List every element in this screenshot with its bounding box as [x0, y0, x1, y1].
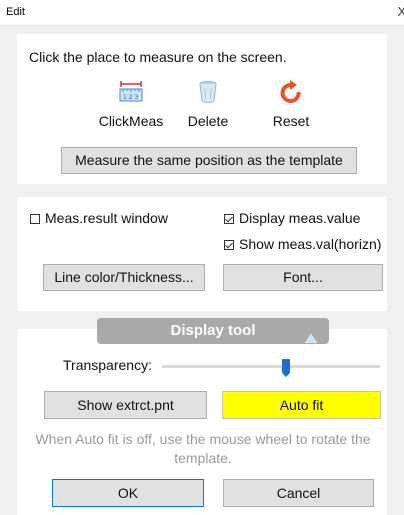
font-button[interactable]: Font...	[223, 264, 383, 291]
show-extract-point-button[interactable]: Show extrct.pnt	[44, 391, 207, 419]
title-bar: Edit X	[0, 0, 404, 26]
display-tool-panel: Transparency: Show extrct.pnt Auto fit W…	[17, 329, 387, 515]
transparency-label: Transparency:	[63, 357, 152, 373]
display-meas-value-label: Display meas.value	[239, 210, 361, 226]
window-title: Edit	[6, 6, 25, 18]
meas-result-window-checkbox[interactable]: Meas.result window	[30, 210, 168, 226]
line-color-button[interactable]: Line color/Thickness...	[43, 264, 205, 291]
measure-instruction: Click the place to measure on the screen…	[29, 49, 287, 65]
ruler-icon: 1 2 3	[118, 80, 144, 107]
delete-tool[interactable]: Delete	[168, 80, 248, 130]
meas-result-window-label: Meas.result window	[45, 210, 168, 226]
reset-arrow-icon	[280, 80, 302, 109]
ok-button[interactable]: OK	[52, 479, 204, 507]
delete-label: Delete	[187, 113, 229, 129]
svg-text:1 2 3: 1 2 3	[123, 94, 138, 101]
measure-panel: Click the place to measure on the screen…	[17, 34, 387, 184]
close-icon[interactable]: X	[397, 4, 404, 19]
transparency-slider-thumb[interactable]	[282, 359, 290, 377]
clickmeas-label: ClickMeas	[98, 113, 164, 129]
transparency-slider-track[interactable]	[162, 365, 380, 368]
trash-can-icon	[198, 80, 218, 109]
clickmeas-tool[interactable]: 1 2 3 ClickMeas	[91, 80, 171, 130]
show-meas-horizn-checkbox[interactable]: Show meas.val(horizn)	[224, 236, 381, 252]
triangle-up-icon	[304, 326, 318, 352]
reset-tool[interactable]: Reset	[251, 80, 331, 130]
checkbox-checked	[224, 214, 234, 224]
display-tool-header[interactable]: Display tool	[97, 318, 329, 344]
auto-fit-button[interactable]: Auto fit	[222, 391, 381, 419]
cancel-button[interactable]: Cancel	[223, 479, 374, 507]
display-tool-title: Display tool	[170, 322, 256, 339]
show-meas-horizn-label: Show meas.val(horizn)	[239, 236, 382, 252]
measure-template-button[interactable]: Measure the same position as the templat…	[61, 147, 357, 174]
display-meas-value-checkbox[interactable]: Display meas.value	[224, 210, 360, 226]
checkbox-checked	[224, 240, 234, 250]
options-panel: Meas.result window Display meas.value Sh…	[17, 197, 387, 311]
auto-fit-note: When Auto fit is off, use the mouse whee…	[35, 431, 371, 466]
reset-label: Reset	[272, 113, 310, 129]
checkbox-box	[30, 214, 40, 224]
